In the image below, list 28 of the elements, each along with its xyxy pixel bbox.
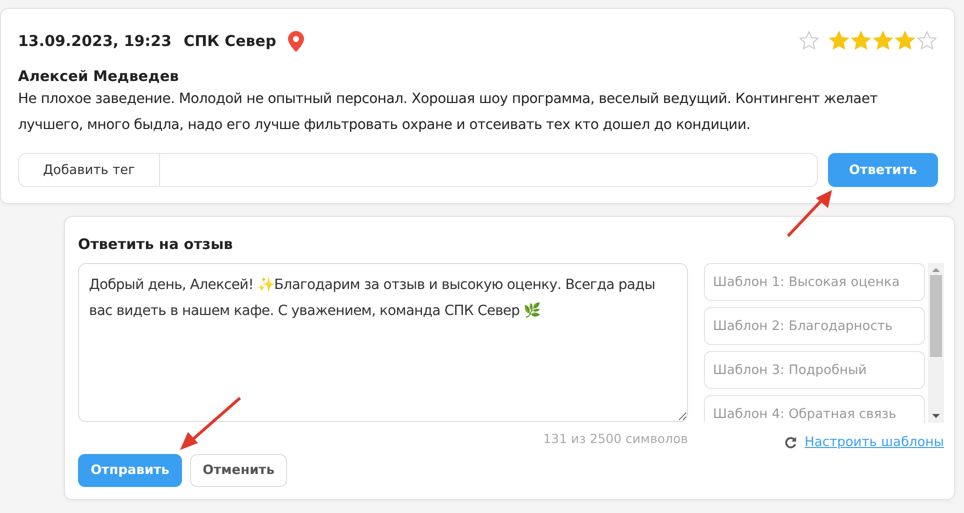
scroll-up-arrow-icon[interactable]: [932, 267, 940, 273]
reply-form-title: Ответить на отзыв: [78, 237, 234, 253]
configure-templates-link[interactable]: Настроить шаблоны: [804, 435, 944, 450]
star-icon: [872, 30, 894, 52]
reply-text-field[interactable]: Добрый день, Алексей! ✨Благодарим за отзыв и высокую оценку. Всегда рады вас видеть в нашем кафе. С уважением, команда СПК Север 🌿: [78, 263, 688, 422]
location-pin-icon: [288, 30, 304, 52]
refresh-icon: [784, 436, 797, 449]
tag-field[interactable]: Добавить тег: [18, 153, 818, 187]
arrow-annotation: [180, 396, 241, 450]
scrollbar[interactable]: [928, 263, 944, 423]
reply-button[interactable]: Ответить: [828, 153, 938, 187]
arrow-annotation: [786, 190, 832, 238]
character-counter: 131 из 2500 символов: [542, 431, 688, 448]
template-item[interactable]: Шаблон 2: Благодарность: [704, 307, 925, 345]
template-item[interactable]: Шаблон 1: Высокая оценка: [704, 263, 925, 301]
review-text: Не плохое заведение. Молодой не опытный персонал. Хорошая шоу программа, веселый ведущий. Контингент желает лучшего, много быдла, надо его лучше фильтровать охране и отсеивать тех кто дошел до кондиции.: [18, 90, 879, 135]
review-datetime: 13.09.2023, 19:23: [18, 32, 172, 50]
star-icon: [828, 30, 850, 52]
cancel-button[interactable]: Отменить: [190, 454, 287, 487]
review-author: Алексей Медведев: [18, 69, 180, 85]
star-icon: [850, 30, 872, 52]
send-button[interactable]: Отправить: [78, 454, 182, 487]
star-icon: [894, 30, 916, 52]
star-icon: [916, 30, 938, 52]
scroll-down-arrow-icon[interactable]: [932, 413, 940, 419]
place-name: СПК Север: [184, 32, 276, 50]
template-item[interactable]: Шаблон 3: Подробный: [704, 351, 925, 389]
template-item[interactable]: Шаблон 4: Обратная связь: [704, 395, 925, 423]
